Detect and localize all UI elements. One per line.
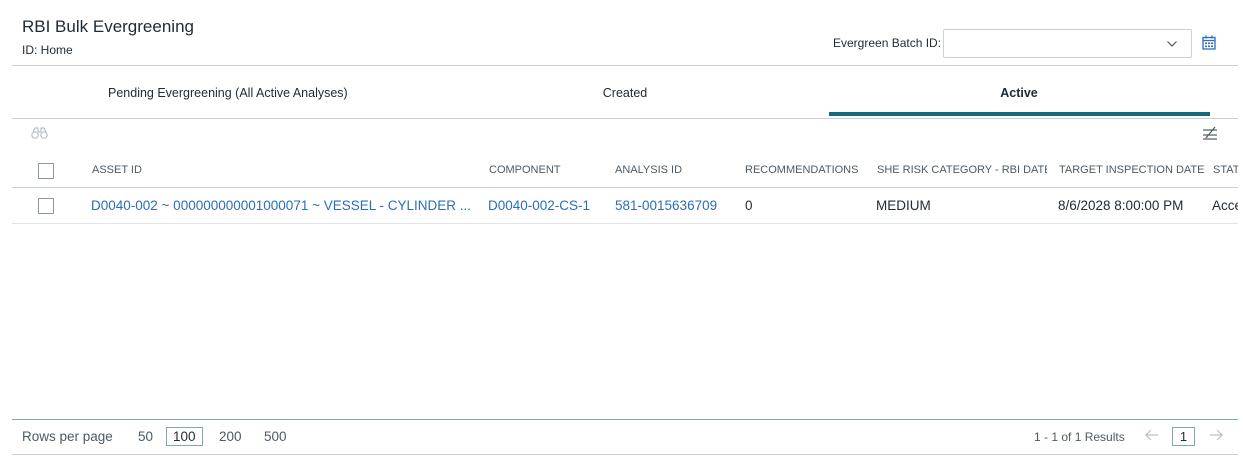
column-settings-icon[interactable] — [1202, 126, 1218, 140]
arrow-left-icon[interactable] — [1145, 428, 1159, 442]
target-inspection-date-value: 8/6/2028 8:00:00 PM — [1058, 198, 1184, 213]
rows-per-page-50[interactable]: 50 — [138, 429, 153, 444]
active-tab-indicator — [829, 112, 1210, 116]
page-subtitle: ID: Home — [22, 43, 73, 57]
column-header-analysis-id[interactable]: ANALYSIS ID — [615, 164, 730, 176]
arrow-right-icon[interactable] — [1209, 428, 1223, 442]
rows-per-page-500[interactable]: 500 — [264, 429, 287, 444]
page-title: RBI Bulk Evergreening — [22, 17, 194, 36]
chevron-down-icon — [1167, 41, 1177, 47]
column-header-asset-id[interactable]: ASSET ID — [92, 164, 472, 176]
tab-bar: Pending Evergreening (All Active Analyse… — [12, 66, 1238, 118]
table-row: D0040-002 ~ 000000000001000071 ~ VESSEL … — [12, 188, 1238, 224]
grid-header-row: ASSET ID COMPONENT ANALYSIS ID RECOMMEND… — [12, 150, 1238, 188]
rows-per-page-200[interactable]: 200 — [219, 429, 242, 444]
column-header-target-inspection-date[interactable]: TARGET INSPECTION DATE — [1059, 164, 1204, 176]
pagination-footer: Rows per page 50 100 200 500 1 - 1 of 1 … — [12, 420, 1238, 455]
rows-per-page-100[interactable]: 100 — [166, 427, 203, 446]
column-header-status[interactable]: STAT — [1213, 164, 1238, 176]
bottom-divider — [12, 454, 1238, 455]
tab-label: Active — [1000, 86, 1038, 100]
status-value: Acce — [1212, 198, 1238, 213]
binoculars-icon[interactable] — [31, 127, 48, 139]
column-header-recommendations[interactable]: RECOMMENDATIONS — [745, 164, 865, 176]
component-link[interactable]: D0040-002-CS-1 — [488, 198, 600, 213]
page-header: RBI Bulk Evergreening ID: Home Evergreen… — [0, 0, 1243, 66]
column-header-component[interactable]: COMPONENT — [489, 164, 599, 176]
asset-id-link[interactable]: D0040-002 ~ 000000000001000071 ~ VESSEL … — [91, 198, 476, 213]
tabs-divider — [12, 118, 1238, 119]
evergreen-batch-label: Evergreen Batch ID: — [833, 36, 942, 50]
tab-label: Pending Evergreening (All Active Analyse… — [108, 86, 348, 100]
tab-active[interactable]: Active — [829, 66, 1238, 118]
analysis-id-link[interactable]: 581-0015636709 — [615, 198, 733, 213]
she-risk-value: MEDIUM — [876, 198, 931, 213]
tab-label: Created — [602, 86, 648, 100]
results-count: 1 - 1 of 1 Results — [1034, 430, 1125, 444]
current-page-button[interactable]: 1 — [1172, 427, 1195, 446]
row-checkbox[interactable] — [38, 198, 54, 214]
select-all-checkbox[interactable] — [38, 163, 54, 179]
recommendations-value: 0 — [745, 198, 753, 213]
column-header-she-risk-category[interactable]: SHE RISK CATEGORY - RBI DATE — [877, 164, 1047, 176]
rows-per-page-label: Rows per page — [22, 429, 113, 444]
tab-pending-evergreening[interactable]: Pending Evergreening (All Active Analyse… — [12, 66, 421, 118]
calendar-icon[interactable] — [1202, 35, 1216, 50]
tab-created[interactable]: Created — [421, 66, 829, 118]
evergreen-batch-select[interactable] — [943, 29, 1192, 58]
